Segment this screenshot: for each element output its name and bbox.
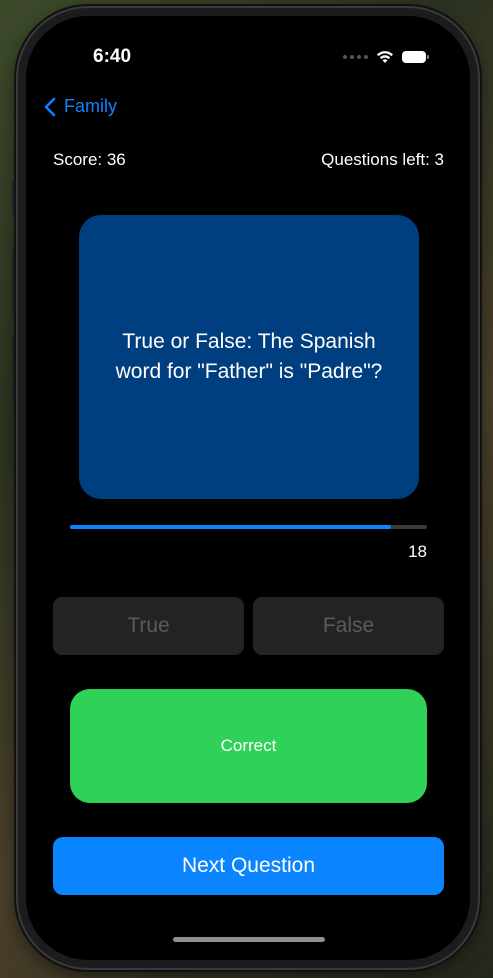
result-label: Correct [220,736,277,755]
home-indicator[interactable] [173,937,325,942]
question-card: True or False: The Spanish word for "Fat… [79,215,419,499]
next-question-button[interactable]: Next Question [53,837,444,895]
wifi-icon [377,51,393,63]
false-button-label: False [322,614,375,637]
false-button[interactable]: False [253,597,444,655]
questions-left-label: Questions left: 3 [321,150,444,169]
true-button[interactable]: True [53,597,244,655]
cellular-signal-icon [343,55,368,59]
timer-value: 18 [408,542,427,561]
back-label: Family [64,96,117,116]
chevron-left-icon [44,97,56,116]
result-banner: Correct [70,689,427,803]
next-question-label: Next Question [181,854,316,877]
phone-screen: 6:40 Family Score: 36 Questions left: 3 … [26,16,470,960]
status-time: 6:40 [93,46,132,67]
battery-icon [402,51,429,63]
status-icons [343,50,429,64]
timer-progress-fill [70,525,392,529]
timer-progress-bar [70,525,427,529]
question-text: True or False: The Spanish word for "Fat… [115,330,383,383]
true-button-label: True [127,614,170,637]
back-button[interactable]: Family [44,96,117,117]
score-label: Score: 36 [53,150,126,169]
